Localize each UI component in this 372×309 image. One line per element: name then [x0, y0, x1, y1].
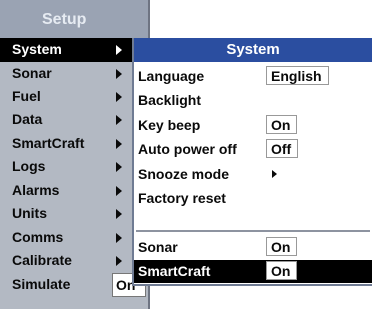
- setup-item-data[interactable]: Data: [0, 108, 148, 132]
- setup-item-label: Data: [12, 111, 43, 127]
- setup-item-units[interactable]: Units: [0, 202, 148, 226]
- system-item-label: Backlight: [138, 92, 202, 108]
- submenu-arrow-icon: [116, 162, 122, 172]
- setup-item-fuel[interactable]: Fuel: [0, 85, 148, 109]
- setup-item-label: Comms: [12, 229, 64, 245]
- submenu-arrow-icon: [116, 186, 122, 196]
- setup-item-label: Simulate: [12, 276, 71, 292]
- submenu-arrow-icon: [116, 115, 122, 125]
- system-submenu: System Language English Backlight Key be…: [132, 38, 372, 286]
- system-item-factory-reset[interactable]: Factory reset: [134, 187, 372, 210]
- system-submenu-header: System: [134, 38, 372, 62]
- system-item-auto-power-off[interactable]: Auto power off Off: [134, 138, 372, 161]
- setup-item-label: Alarms: [12, 182, 60, 198]
- system-item-backlight[interactable]: Backlight: [134, 89, 372, 112]
- system-item-language[interactable]: Language English: [134, 65, 372, 88]
- system-item-label: SmartCraft: [138, 263, 211, 279]
- setup-menu-title: Setup: [0, 0, 148, 38]
- setup-item-label: Units: [12, 205, 47, 221]
- submenu-arrow-icon: [116, 92, 122, 102]
- system-item-label: Factory reset: [138, 190, 226, 206]
- setup-item-simulate[interactable]: Simulate On: [0, 273, 148, 297]
- setup-item-alarms[interactable]: Alarms: [0, 179, 148, 203]
- system-item-key-beep[interactable]: Key beep On: [134, 114, 372, 137]
- system-item-smartcraft[interactable]: SmartCraft On: [134, 260, 372, 283]
- setup-item-label: SmartCraft: [12, 135, 85, 151]
- language-value[interactable]: English: [266, 66, 329, 85]
- system-item-label: Sonar: [138, 239, 178, 255]
- system-item-label: Auto power off: [138, 141, 237, 157]
- submenu-arrow-icon: [116, 256, 122, 266]
- submenu-arrow-icon: [272, 170, 277, 178]
- key-beep-value[interactable]: On: [266, 115, 298, 134]
- system-item-label: Key beep: [138, 117, 201, 133]
- system-item-label: Snooze mode: [138, 166, 230, 182]
- smartcraft-value[interactable]: On: [266, 261, 298, 280]
- setup-menu-body: System Sonar Fuel Data SmartCraft Logs A…: [0, 38, 148, 309]
- system-submenu-title: System: [226, 41, 280, 58]
- submenu-arrow-icon: [116, 209, 122, 219]
- submenu-arrow-icon: [116, 45, 122, 55]
- setup-item-label: Fuel: [12, 88, 41, 104]
- auto-power-off-value[interactable]: Off: [266, 139, 299, 158]
- submenu-arrow-icon: [116, 69, 122, 79]
- setup-item-logs[interactable]: Logs: [0, 155, 148, 179]
- setup-item-comms[interactable]: Comms: [0, 226, 148, 250]
- system-item-snooze-mode[interactable]: Snooze mode: [134, 163, 372, 186]
- setup-item-system[interactable]: System: [0, 38, 148, 62]
- sonar-value[interactable]: On: [266, 237, 298, 256]
- submenu-arrow-icon: [116, 233, 122, 243]
- submenu-arrow-icon: [116, 139, 122, 149]
- setup-item-calibrate[interactable]: Calibrate: [0, 249, 148, 273]
- setup-item-label: System: [12, 41, 62, 57]
- setup-item-sonar[interactable]: Sonar: [0, 62, 148, 86]
- menu-divider: [136, 230, 370, 232]
- system-item-label: Language: [138, 68, 205, 84]
- setup-title-text: Setup: [42, 11, 87, 28]
- setup-item-smartcraft[interactable]: SmartCraft: [0, 132, 148, 156]
- setup-item-label: Sonar: [12, 65, 52, 81]
- system-item-sonar[interactable]: Sonar On: [134, 236, 372, 259]
- setup-item-label: Calibrate: [12, 252, 72, 268]
- setup-item-label: Logs: [12, 158, 46, 174]
